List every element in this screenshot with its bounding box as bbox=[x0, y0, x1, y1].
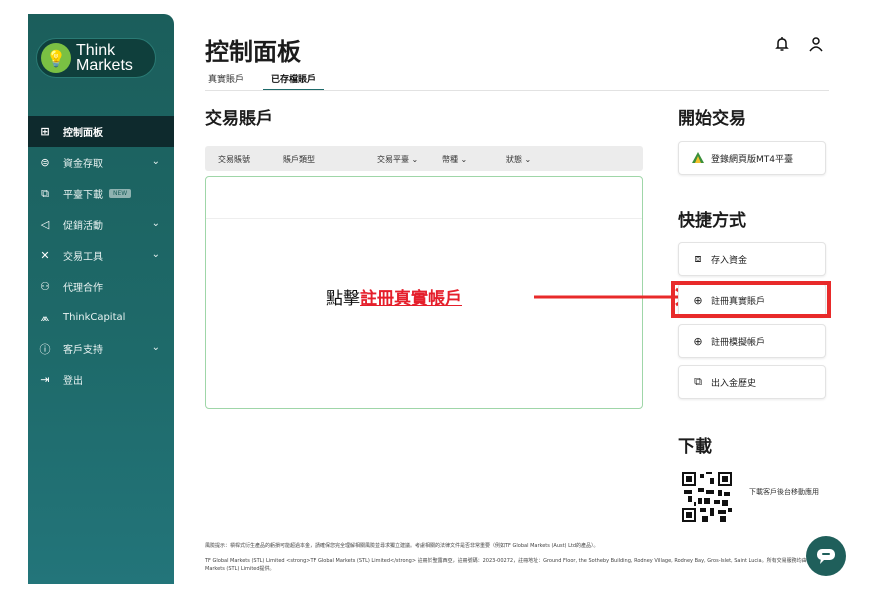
chevron-down-icon: ⌄ bbox=[151, 156, 160, 167]
deposit-icon: ⧈ bbox=[694, 252, 702, 265]
start-trading-title: 開始交易 bbox=[678, 109, 746, 129]
sidebar-item-label: ThinkCapital bbox=[63, 312, 126, 323]
tools-icon: ✕ bbox=[40, 249, 50, 262]
sidebar-item-partners[interactable]: ⚇ 代理合作 bbox=[28, 271, 174, 302]
sidebar-item-trading-tools[interactable]: ✕ 交易工具 ⌄ bbox=[28, 240, 174, 271]
account-tabs: 真實賬戶 已存檔賬戶 bbox=[208, 72, 351, 91]
sidebar-item-support[interactable]: ⓘ 客戶支持 ⌄ bbox=[28, 333, 174, 364]
sidebar-item-dashboard[interactable]: ⊞ 控制面板 bbox=[28, 116, 174, 147]
shortcuts-title: 快捷方式 bbox=[678, 211, 746, 231]
accounts-table-header: 交易賬號 賬戶類型 交易平臺 ⌄ 幣種 ⌄ 狀態 ⌄ bbox=[205, 146, 643, 171]
sidebar-item-logout[interactable]: ⇥ 登出 bbox=[28, 364, 174, 395]
chat-bubble-icon bbox=[817, 549, 835, 564]
dashboard-icon: ⊞ bbox=[40, 125, 50, 138]
sidebar-item-label: 控制面板 bbox=[63, 128, 103, 139]
col-platform[interactable]: 交易平臺 ⌄ bbox=[377, 154, 418, 165]
download-title: 下載 bbox=[678, 437, 712, 457]
download-icon: ⧉ bbox=[41, 186, 49, 200]
history-icon: ⧉ bbox=[694, 375, 702, 388]
logout-icon: ⇥ bbox=[40, 373, 50, 386]
wallet-icon: ⊜ bbox=[40, 156, 50, 169]
tab-real-accounts[interactable]: 真實賬戶 bbox=[208, 72, 244, 91]
sidebar-item-label: 代理合作 bbox=[63, 283, 103, 294]
mt4-web-login-button[interactable]: 登錄網頁版MT4平臺 bbox=[678, 141, 826, 175]
sidebar: 💡 Think Markets ⊞ 控制面板 ⊜ 資金存取 ⌄ ⧉ 平臺下載 N… bbox=[28, 14, 174, 584]
header-divider bbox=[205, 90, 829, 91]
info-icon: ⓘ bbox=[39, 342, 51, 356]
app-frame: 💡 Think Markets ⊞ 控制面板 ⊜ 資金存取 ⌄ ⧉ 平臺下載 N… bbox=[28, 14, 856, 584]
sidebar-item-funds[interactable]: ⊜ 資金存取 ⌄ bbox=[28, 147, 174, 178]
col-account-type: 賬戶類型 bbox=[283, 155, 315, 164]
sidebar-item-platform-download[interactable]: ⧉ 平臺下載 NEW bbox=[28, 178, 174, 209]
platform-triangle-icon bbox=[692, 152, 704, 163]
sidebar-item-label: 登出 bbox=[63, 376, 83, 387]
highlight-box bbox=[671, 281, 831, 318]
user-icon[interactable] bbox=[808, 36, 824, 52]
plus-circle-icon: ⊕ bbox=[693, 334, 703, 348]
sidebar-item-label: 促銷活動 bbox=[63, 221, 103, 232]
sidebar-item-label: 資金存取 bbox=[63, 159, 103, 170]
col-currency[interactable]: 幣種 ⌄ bbox=[442, 154, 467, 165]
sidebar-item-thinkcapital[interactable]: ⩕ ThinkCapital bbox=[28, 302, 174, 333]
thinkmarkets-logo[interactable]: 💡 Think Markets bbox=[36, 38, 156, 78]
instruction-annotation: 點擊註冊真實帳戶 bbox=[326, 289, 462, 309]
sidebar-item-promotions[interactable]: ◁ 促銷活動 ⌄ bbox=[28, 209, 174, 240]
chevron-down-icon: ⌄ bbox=[151, 342, 160, 353]
sidebar-item-label: 平臺下載 bbox=[63, 190, 103, 201]
col-status[interactable]: 狀態 ⌄ bbox=[506, 154, 531, 165]
chat-button[interactable] bbox=[806, 536, 846, 576]
partners-icon: ⚇ bbox=[40, 280, 50, 293]
table-row-divider bbox=[206, 218, 642, 219]
register-demo-account-button[interactable]: ⊕ 註冊模擬帳戶 bbox=[678, 324, 826, 358]
download-app-text: 下載客戶後台移動應用 bbox=[749, 488, 819, 496]
bell-icon[interactable] bbox=[774, 36, 790, 52]
qr-code-icon[interactable] bbox=[682, 472, 732, 522]
lightbulb-icon: 💡 bbox=[41, 43, 71, 73]
chevron-down-icon: ⌄ bbox=[151, 218, 160, 229]
annotation-link: 註冊真實帳戶 bbox=[360, 289, 462, 309]
sidebar-item-label: 交易工具 bbox=[63, 252, 103, 263]
megaphone-icon: ◁ bbox=[40, 218, 50, 231]
trading-accounts-title: 交易賬戶 bbox=[205, 109, 273, 129]
sidebar-nav: ⊞ 控制面板 ⊜ 資金存取 ⌄ ⧉ 平臺下載 NEW ◁ 促銷活動 ⌄ ✕ 交易… bbox=[28, 116, 174, 395]
tab-archived-accounts[interactable]: 已存檔賬戶 bbox=[263, 72, 325, 91]
footer-disclaimer: 風險提示：槓桿式衍生產品的虧損可能超過本金，請確保您完全理解相關風險並尋求獨立建… bbox=[205, 543, 831, 572]
new-badge: NEW bbox=[109, 189, 132, 198]
thinkcapital-icon: ⩕ bbox=[40, 310, 50, 324]
transaction-history-button[interactable]: ⧉ 出入金歷史 bbox=[678, 365, 826, 399]
sidebar-item-label: 客戶支持 bbox=[63, 345, 103, 356]
col-account-number: 交易賬號 bbox=[218, 155, 250, 164]
logo-text: Think Markets bbox=[76, 42, 133, 74]
page-title: 控制面板 bbox=[205, 38, 301, 66]
deposit-funds-button[interactable]: ⧈ 存入資金 bbox=[678, 242, 826, 276]
chevron-down-icon: ⌄ bbox=[151, 249, 160, 260]
